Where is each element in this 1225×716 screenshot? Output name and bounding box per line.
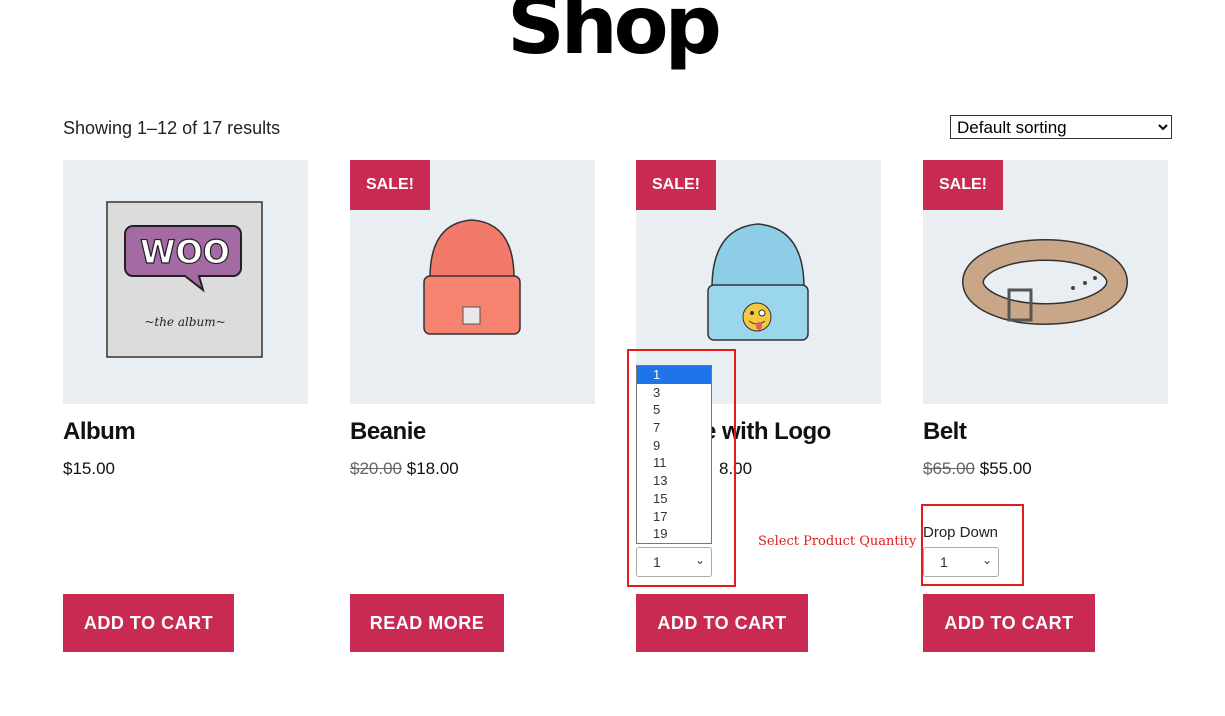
annotation-highlight-box [921,504,1024,586]
annotation-highlight-box [627,349,736,587]
add-to-cart-button-album[interactable]: ADD TO CART [63,594,234,652]
current-price: $55.00 [979,459,1032,478]
annotation-label: Select Product Quantity [758,534,917,549]
product-price-album: $15.00 [63,459,115,479]
album-cover-subtext: ~the album~ [144,315,225,329]
regular-price: $65.00 [923,459,975,478]
album-cover-text: WOO [140,233,230,271]
current-price: $15.00 [63,459,115,478]
sale-badge: SALE! [350,160,430,210]
product-price-belt: $65.00 $55.00 [923,459,1032,479]
product-price-beanie: $20.00 $18.00 [350,459,459,479]
product-name-album[interactable]: Album [63,418,136,446]
sale-badge: SALE! [636,160,716,210]
result-count: Showing 1–12 of 17 results [63,118,281,138]
add-to-cart-button-belt[interactable]: ADD TO CART [923,594,1095,652]
product-name-belt[interactable]: Belt [923,418,967,446]
product-name-beanie[interactable]: Beanie [350,418,426,446]
page-title: Shop [507,0,722,72]
read-more-button-beanie[interactable]: READ MORE [350,594,504,652]
album-cover-illustration: WOO ~the album~ [106,201,263,358]
current-price: $18.00 [406,459,459,478]
add-to-cart-button-beanie-with-logo[interactable]: ADD TO CART [636,594,808,652]
sale-badge: SALE! [923,160,1003,210]
sorting-select[interactable]: Default sorting [950,115,1172,139]
product-image-album[interactable]: WOO ~the album~ [63,160,308,404]
regular-price: $20.00 [350,459,402,478]
